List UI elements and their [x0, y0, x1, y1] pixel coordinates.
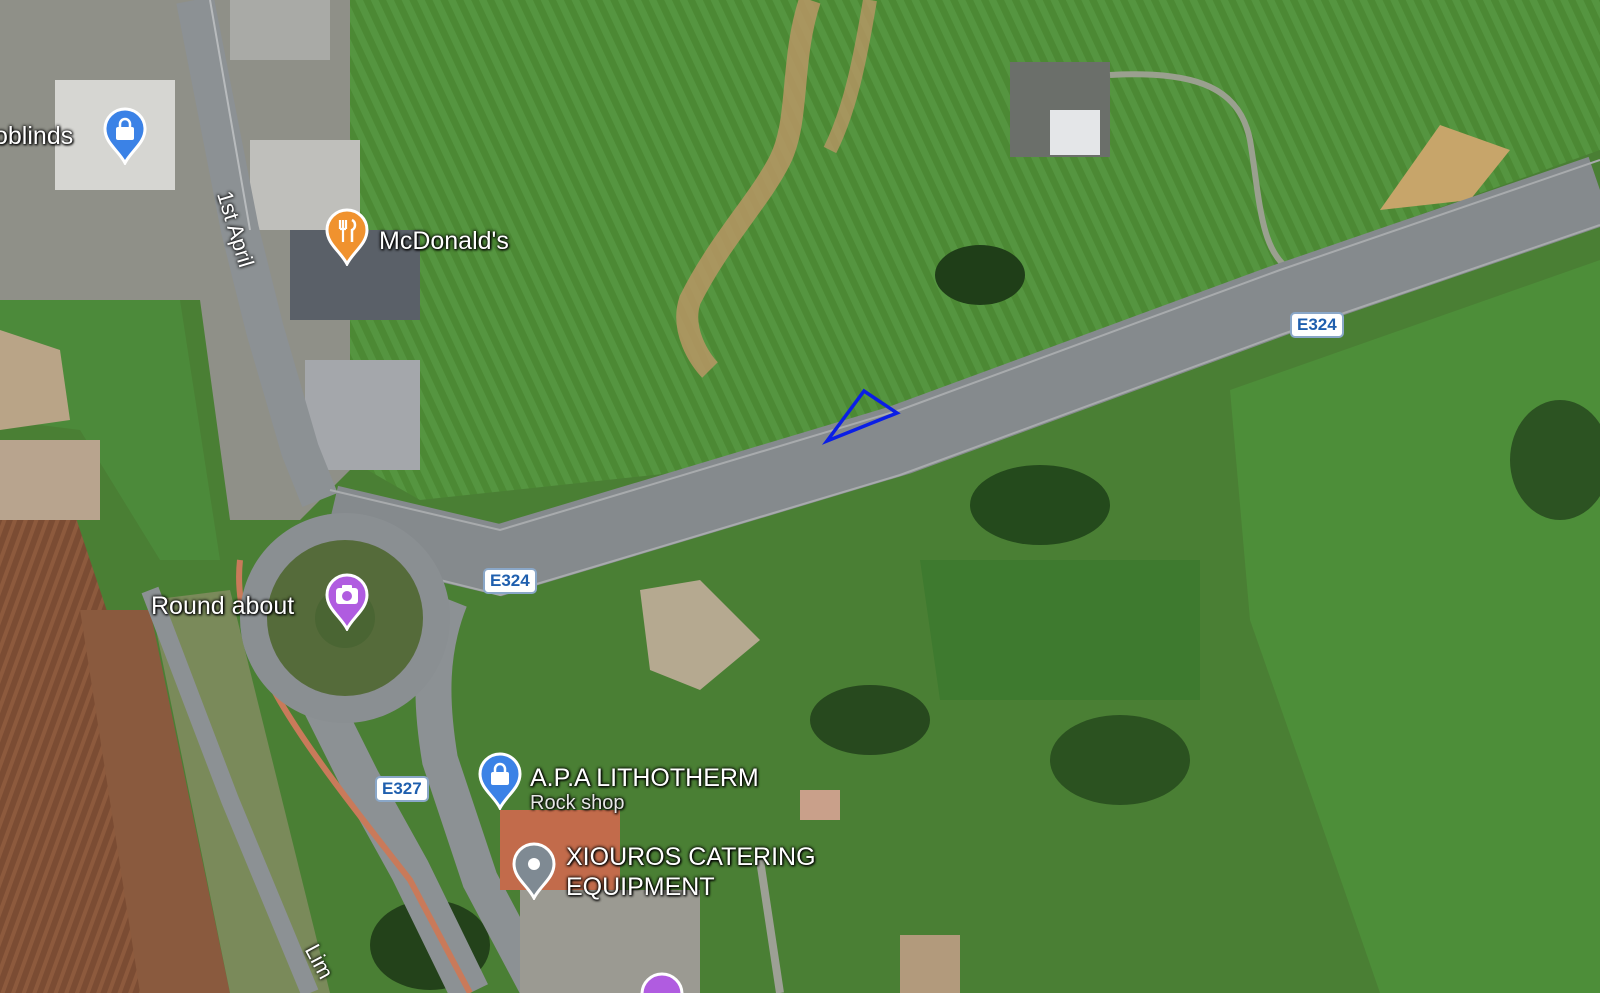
tree-cluster [970, 465, 1110, 545]
map-view[interactable]: 1st April Lim E324 E324 E327 oblinds McD… [0, 0, 1600, 993]
route-shield-e324: E324 [1290, 312, 1344, 338]
tree-cluster [810, 685, 930, 755]
poi-label-lithotherm[interactable]: A.P.A LITHOTHERM [530, 764, 759, 792]
poi-label-xiouros-line2[interactable]: EQUIPMENT [566, 873, 715, 901]
tree-cluster [935, 245, 1025, 305]
route-shield-e324: E324 [483, 568, 537, 594]
shopping-bag-icon[interactable] [101, 107, 149, 165]
route-shield-e327: E327 [375, 776, 429, 802]
poi-label-roundabout[interactable]: Round about [151, 592, 294, 620]
house [800, 790, 840, 820]
house [900, 935, 960, 993]
location-pin-icon[interactable] [638, 972, 686, 993]
poi-label-mcdonalds[interactable]: McDonald's [379, 227, 509, 255]
poi-label-xiouros-line1[interactable]: XIOUROS CATERING [566, 843, 816, 871]
houses [0, 440, 100, 520]
building [1050, 110, 1100, 155]
shopping-bag-icon[interactable] [476, 752, 524, 810]
parking-lot [305, 360, 420, 470]
poi-label-blinds[interactable]: oblinds [0, 122, 73, 150]
poi-sublabel-lithotherm: Rock shop [530, 792, 625, 814]
field-patch [920, 560, 1200, 700]
camera-icon[interactable] [323, 573, 371, 631]
tree-cluster [1050, 715, 1190, 805]
restaurant-icon[interactable] [323, 208, 371, 266]
building [230, 0, 330, 60]
location-dot-icon[interactable] [510, 842, 558, 900]
